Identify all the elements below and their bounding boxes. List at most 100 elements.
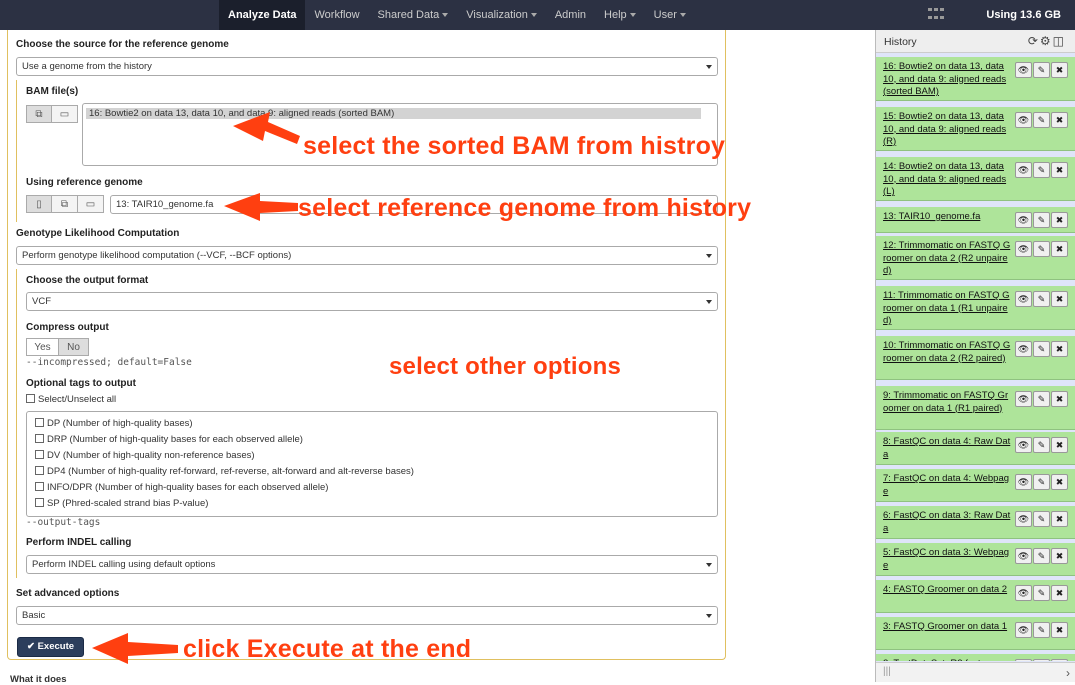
delete-icon[interactable]: ✖ bbox=[1051, 511, 1068, 527]
history-item-title[interactable]: 10: Trimmomatic on FASTQ Groomer on data… bbox=[883, 340, 1011, 365]
nav-user[interactable]: User bbox=[645, 0, 695, 30]
tag-info-dpr[interactable]: INFO/DPR (Number of high-quality bases f… bbox=[35, 482, 328, 493]
tag-dp4[interactable]: DP4 (Number of high-quality ref-forward,… bbox=[35, 466, 414, 477]
history-item[interactable]: 7: FastQC on data 4: Webpage 👁 ✎ ✖ bbox=[876, 469, 1075, 502]
eye-icon[interactable]: 👁 bbox=[1015, 212, 1032, 228]
gear-icon[interactable]: ⚙ bbox=[1040, 34, 1053, 48]
bam-selected-option[interactable]: 16: Bowtie2 on data 13, data 10, and dat… bbox=[86, 108, 701, 119]
likelihood-select[interactable]: Perform genotype likelihood computation … bbox=[16, 246, 718, 265]
history-item[interactable]: 8: FastQC on data 4: Raw Data 👁 ✎ ✖ bbox=[876, 432, 1075, 465]
pencil-icon[interactable]: ✎ bbox=[1033, 437, 1050, 453]
nav-workflow[interactable]: Workflow bbox=[305, 0, 368, 30]
compress-yes-button[interactable]: Yes bbox=[26, 338, 59, 356]
delete-icon[interactable]: ✖ bbox=[1051, 112, 1068, 128]
delete-icon[interactable]: ✖ bbox=[1051, 291, 1068, 307]
nav-visualization[interactable]: Visualization bbox=[457, 0, 546, 30]
eye-icon[interactable]: 👁 bbox=[1015, 659, 1032, 661]
eye-icon[interactable]: 👁 bbox=[1015, 391, 1032, 407]
tag-drp[interactable]: DRP (Number of high-quality bases for ea… bbox=[35, 434, 303, 445]
history-item-title[interactable]: 13: TAIR10_genome.fa bbox=[883, 211, 1011, 224]
history-item[interactable]: 5: FastQC on data 3: Webpage 👁 ✎ ✖ bbox=[876, 543, 1075, 576]
nav-shared-data[interactable]: Shared Data bbox=[369, 0, 458, 30]
history-item-title[interactable]: 14: Bowtie2 on data 13, data 10, and dat… bbox=[883, 161, 1011, 199]
history-item-title[interactable]: 16: Bowtie2 on data 13, data 10, and dat… bbox=[883, 61, 1011, 99]
eye-icon[interactable]: 👁 bbox=[1015, 585, 1032, 601]
history-item-title[interactable]: 12: Trimmomatic on FASTQ Groomer on data… bbox=[883, 240, 1011, 278]
eye-icon[interactable]: 👁 bbox=[1015, 548, 1032, 564]
history-item-title[interactable]: 2: TestDataSet_R2.fastq bbox=[883, 658, 1011, 661]
delete-icon[interactable]: ✖ bbox=[1051, 212, 1068, 228]
nav-analyze-data[interactable]: Analyze Data bbox=[219, 0, 306, 30]
history-item-title[interactable]: 6: FastQC on data 3: Raw Data bbox=[883, 510, 1011, 535]
eye-icon[interactable]: 👁 bbox=[1015, 437, 1032, 453]
pencil-icon[interactable]: ✎ bbox=[1033, 62, 1050, 78]
pencil-icon[interactable]: ✎ bbox=[1033, 622, 1050, 638]
history-item[interactable]: 4: FASTQ Groomer on data 2 👁 ✎ ✖ bbox=[876, 580, 1075, 613]
pencil-icon[interactable]: ✎ bbox=[1033, 341, 1050, 357]
eye-icon[interactable]: 👁 bbox=[1015, 474, 1032, 490]
pencil-icon[interactable]: ✎ bbox=[1033, 241, 1050, 257]
chevron-right-icon[interactable]: › bbox=[1066, 666, 1070, 680]
ref-source-select[interactable]: Use a genome from the history bbox=[16, 57, 718, 76]
multiple-datasets-icon[interactable]: ⧉ bbox=[52, 195, 78, 213]
indel-select[interactable]: Perform INDEL calling using default opti… bbox=[26, 555, 718, 574]
history-item[interactable]: 6: FastQC on data 3: Raw Data 👁 ✎ ✖ bbox=[876, 506, 1075, 539]
folder-icon[interactable]: ▭ bbox=[52, 105, 78, 123]
pencil-icon[interactable]: ✎ bbox=[1033, 511, 1050, 527]
apps-grid-icon[interactable] bbox=[928, 8, 945, 22]
tag-dp[interactable]: DP (Number of high-quality bases) bbox=[35, 418, 193, 429]
compress-no-button[interactable]: No bbox=[59, 338, 89, 356]
columns-icon[interactable]: ◫ bbox=[1053, 34, 1066, 48]
history-item[interactable]: 2: TestDataSet_R2.fastq 👁✎✖ bbox=[876, 654, 1075, 661]
history-item-title[interactable]: 7: FastQC on data 4: Webpage bbox=[883, 473, 1011, 498]
delete-icon[interactable]: ✖ bbox=[1051, 622, 1068, 638]
eye-icon[interactable]: 👁 bbox=[1015, 511, 1032, 527]
history-item[interactable]: 14: Bowtie2 on data 13, data 10, and dat… bbox=[876, 157, 1075, 201]
eye-icon[interactable]: 👁 bbox=[1015, 241, 1032, 257]
delete-icon[interactable]: ✖ bbox=[1051, 391, 1068, 407]
refresh-icon[interactable]: ⟳ bbox=[1028, 34, 1040, 48]
advanced-select[interactable]: Basic bbox=[16, 606, 718, 625]
pencil-icon[interactable]: ✎ bbox=[1033, 162, 1050, 178]
history-item-title[interactable]: 3: FASTQ Groomer on data 1 bbox=[883, 621, 1011, 634]
delete-icon[interactable]: ✖ bbox=[1051, 162, 1068, 178]
multiple-datasets-icon[interactable]: ⧉ bbox=[26, 105, 52, 123]
output-format-select[interactable]: VCF bbox=[26, 292, 718, 311]
pencil-icon[interactable]: ✎ bbox=[1033, 659, 1050, 661]
pencil-icon[interactable]: ✎ bbox=[1033, 391, 1050, 407]
eye-icon[interactable]: 👁 bbox=[1015, 291, 1032, 307]
folder-icon[interactable]: ▭ bbox=[78, 195, 104, 213]
pencil-icon[interactable]: ✎ bbox=[1033, 291, 1050, 307]
history-item-title[interactable]: 15: Bowtie2 on data 13, data 10, and dat… bbox=[883, 111, 1011, 149]
eye-icon[interactable]: 👁 bbox=[1015, 62, 1032, 78]
history-item[interactable]: 3: FASTQ Groomer on data 1 👁 ✎ ✖ bbox=[876, 617, 1075, 650]
history-item[interactable]: 11: Trimmomatic on FASTQ Groomer on data… bbox=[876, 286, 1075, 330]
history-item[interactable]: 10: Trimmomatic on FASTQ Groomer on data… bbox=[876, 336, 1075, 380]
pencil-icon[interactable]: ✎ bbox=[1033, 585, 1050, 601]
tag-dv[interactable]: DV (Number of high-quality non-reference… bbox=[35, 450, 255, 461]
single-dataset-icon[interactable]: ▯ bbox=[26, 195, 52, 213]
nav-admin[interactable]: Admin bbox=[546, 0, 595, 30]
nav-help[interactable]: Help bbox=[595, 0, 645, 30]
history-item[interactable]: 16: Bowtie2 on data 13, data 10, and dat… bbox=[876, 57, 1075, 101]
eye-icon[interactable]: 👁 bbox=[1015, 341, 1032, 357]
pencil-icon[interactable]: ✎ bbox=[1033, 474, 1050, 490]
delete-icon[interactable]: ✖ bbox=[1051, 437, 1068, 453]
history-scrollbar[interactable]: ||| › bbox=[876, 662, 1075, 682]
select-all-checkbox[interactable]: Select/Unselect all bbox=[26, 394, 116, 405]
history-item[interactable]: 15: Bowtie2 on data 13, data 10, and dat… bbox=[876, 107, 1075, 151]
execute-button[interactable]: ✔ Execute bbox=[17, 637, 84, 657]
delete-icon[interactable]: ✖ bbox=[1051, 474, 1068, 490]
pencil-icon[interactable]: ✎ bbox=[1033, 212, 1050, 228]
eye-icon[interactable]: 👁 bbox=[1015, 162, 1032, 178]
delete-icon[interactable]: ✖ bbox=[1051, 659, 1068, 661]
history-item-title[interactable]: 5: FastQC on data 3: Webpage bbox=[883, 547, 1011, 572]
history-item-title[interactable]: 8: FastQC on data 4: Raw Data bbox=[883, 436, 1011, 461]
tag-sp[interactable]: SP (Phred-scaled strand bias P-value) bbox=[35, 498, 208, 509]
history-item[interactable]: 12: Trimmomatic on FASTQ Groomer on data… bbox=[876, 236, 1075, 280]
delete-icon[interactable]: ✖ bbox=[1051, 241, 1068, 257]
history-item-title[interactable]: 9: Trimmomatic on FASTQ Groomer on data … bbox=[883, 390, 1011, 415]
delete-icon[interactable]: ✖ bbox=[1051, 341, 1068, 357]
history-item[interactable]: 9: Trimmomatic on FASTQ Groomer on data … bbox=[876, 386, 1075, 430]
delete-icon[interactable]: ✖ bbox=[1051, 62, 1068, 78]
